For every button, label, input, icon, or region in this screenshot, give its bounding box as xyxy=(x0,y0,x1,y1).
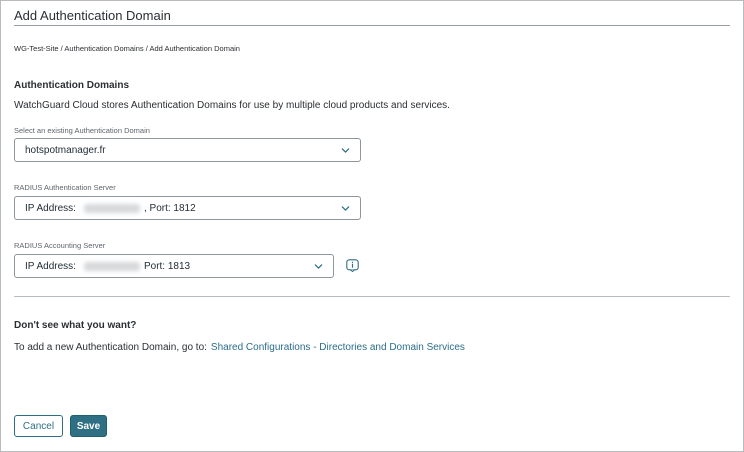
hint-heading: Don't see what you want? xyxy=(14,320,137,331)
domain-select-label: Select an existing Authentication Domain xyxy=(14,126,150,135)
window-frame xyxy=(0,0,744,452)
acct-server-port: Port: 1813 xyxy=(143,260,191,272)
acct-server-ip-label: IP Address: xyxy=(25,260,76,272)
section-divider xyxy=(14,296,730,297)
chevron-down-icon xyxy=(314,264,323,269)
auth-server-select[interactable]: IP Address: , Port: 1812 xyxy=(14,196,361,220)
section-description: WatchGuard Cloud stores Authentication D… xyxy=(14,100,450,111)
page-title: Add Authentication Domain xyxy=(14,8,171,23)
section-heading: Authentication Domains xyxy=(14,80,130,91)
auth-server-port: , Port: 1812 xyxy=(143,202,196,214)
breadcrumb: WG-Test-Site / Authentication Domains / … xyxy=(14,44,240,53)
auth-server-ip-label: IP Address: xyxy=(25,202,76,214)
info-icon[interactable] xyxy=(346,259,359,272)
chevron-down-icon xyxy=(341,206,350,211)
auth-server-label: RADIUS Authentication Server xyxy=(14,183,116,192)
domain-select[interactable]: hotspotmanager.fr xyxy=(14,138,361,162)
auth-server-ip-redacted xyxy=(83,203,140,213)
hint-text: To add a new Authentication Domain, go t… xyxy=(14,342,465,353)
acct-server-ip-redacted xyxy=(83,261,140,271)
title-divider xyxy=(14,25,730,26)
domain-select-value: hotspotmanager.fr xyxy=(25,144,106,156)
chevron-down-icon xyxy=(341,148,350,153)
hint-text-label: To add a new Authentication Domain, go t… xyxy=(14,342,207,353)
cancel-button[interactable]: Cancel xyxy=(14,415,63,437)
acct-server-label: RADIUS Accounting Server xyxy=(14,241,106,250)
acct-server-select[interactable]: IP Address: Port: 1813 xyxy=(14,254,334,278)
save-button[interactable]: Save xyxy=(70,415,107,437)
shared-configurations-link[interactable]: Shared Configurations - Directories and … xyxy=(211,342,465,353)
